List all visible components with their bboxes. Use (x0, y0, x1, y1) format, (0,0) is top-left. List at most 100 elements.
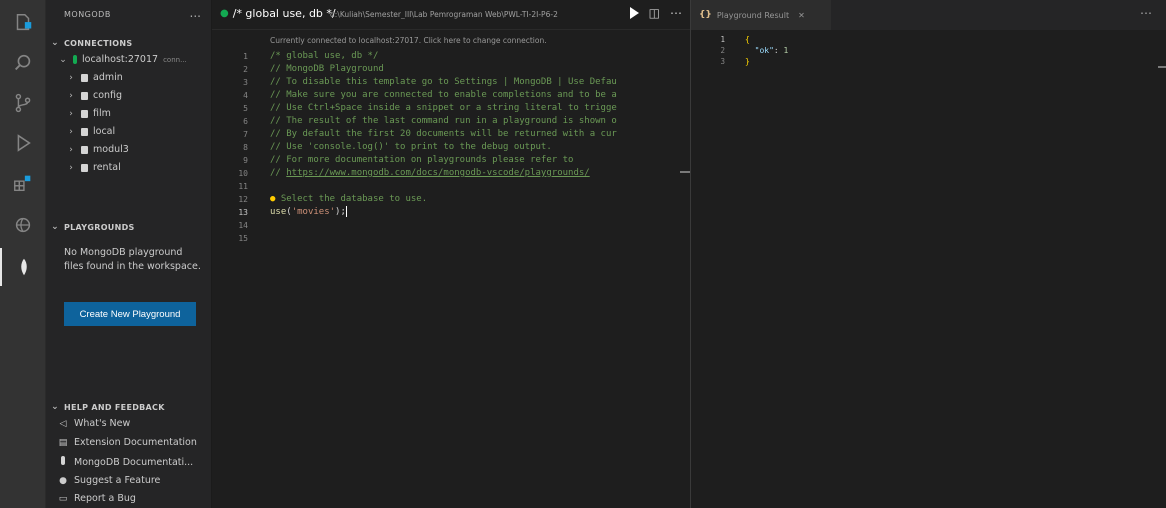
help-item-report-bug[interactable]: ▭ Report a Bug (58, 493, 136, 504)
code-line: // Use Ctrl+Space inside a snippet or a … (270, 103, 617, 113)
help-item-label: Suggest a Feature (74, 475, 161, 486)
help-item-suggest-feature[interactable]: ● Suggest a Feature (58, 475, 160, 486)
mongodb-leaf-icon[interactable] (0, 248, 46, 286)
connection-codelens[interactable]: Currently connected to localhost:27017. … (270, 36, 547, 45)
help-section-header[interactable]: ⌄ HELP AND FEEDBACK (50, 402, 165, 412)
code-editor[interactable]: Currently connected to localhost:27017. … (212, 30, 690, 508)
mongodb-leaf-icon (58, 456, 68, 468)
source-control-icon[interactable] (0, 84, 46, 122)
chevron-right-icon: › (69, 126, 73, 137)
run-debug-icon[interactable] (0, 124, 46, 162)
database-item[interactable]: › local (66, 126, 115, 137)
database-icon (81, 109, 88, 118)
sidebar-title: MONGODB (64, 10, 111, 19)
json-line: "ok": 1 (745, 45, 789, 56)
line-number-current: 13 (238, 208, 248, 217)
database-name: admin (93, 72, 123, 83)
line-number: 7 (243, 130, 248, 139)
run-playground-icon[interactable] (629, 7, 639, 19)
json-close-brace: } (745, 57, 750, 66)
code-string: 'movies' (291, 207, 336, 217)
search-icon[interactable] (0, 44, 46, 82)
line-number: 4 (243, 91, 248, 100)
code-line: // By default the first 20 documents wil… (270, 129, 617, 139)
line-number: 3 (720, 57, 725, 66)
chevron-down-icon: ⌄ (51, 402, 59, 412)
json-braces-icon: {} (699, 10, 712, 20)
line-number: 1 (720, 35, 725, 44)
result-editor[interactable]: 1 2 3 { "ok": 1 } (691, 30, 1166, 508)
database-item[interactable]: › config (66, 90, 122, 101)
sidebar-more-button[interactable]: ... (190, 6, 201, 20)
help-header-label: HELP AND FEEDBACK (64, 402, 165, 412)
code-lines: /* global use, db */ // MongoDB Playgrou… (270, 50, 690, 245)
more-actions-icon[interactable]: ⋯ (1140, 6, 1152, 20)
database-item[interactable]: › modul3 (66, 144, 129, 155)
database-icon (81, 145, 88, 154)
help-item-label: Extension Documentation (74, 437, 197, 448)
editor-tab[interactable]: ● /* global use, db */ (220, 7, 336, 20)
database-item[interactable]: › admin (66, 72, 123, 83)
database-name: film (93, 108, 111, 119)
connected-leaf-icon (73, 55, 77, 64)
code-line: // MongoDB Playground (270, 64, 384, 74)
close-icon[interactable]: ✕ (798, 11, 805, 20)
connections-section-header[interactable]: ⌄ CONNECTIONS (50, 38, 132, 48)
remote-explorer-icon[interactable] (0, 206, 46, 244)
result-line-numbers: 1 2 3 (691, 34, 729, 67)
database-icon (81, 127, 88, 136)
database-icon (81, 91, 88, 100)
line-number: 8 (243, 143, 248, 152)
no-playgrounds-message: No MongoDB playground files found in the… (64, 247, 201, 272)
database-icon (81, 73, 88, 82)
code-paren: ); (335, 207, 346, 217)
comment-text: Select the database to use. (275, 194, 428, 204)
split-editor-icon[interactable]: ◫ (649, 6, 660, 20)
playgrounds-section-header[interactable]: ⌄ PLAYGROUNDS (50, 222, 135, 232)
help-item-whats-new[interactable]: ◁ What's New (58, 418, 131, 429)
editor-tab-title: /* global use, db */ (232, 7, 336, 20)
code-line: /* global use, db */ (270, 51, 379, 61)
create-new-playground-button[interactable]: Create New Playground (64, 302, 196, 326)
chevron-right-icon: › (69, 90, 73, 101)
connection-host-suffix: conn... (163, 55, 187, 64)
database-name: config (93, 90, 123, 101)
more-actions-icon[interactable]: ⋯ (670, 6, 682, 20)
database-name: modul3 (93, 144, 129, 155)
line-number: 12 (238, 195, 248, 204)
editor-actions: ◫ ⋯ (629, 6, 682, 20)
line-number: 1 (243, 52, 248, 61)
playground-result-tab[interactable]: {} Playground Result ✕ (691, 0, 831, 30)
json-line: { (745, 34, 788, 45)
connections-header-label: CONNECTIONS (64, 38, 133, 48)
json-line: } (745, 56, 788, 67)
code-line: // Use 'console.log()' to print to the d… (270, 142, 552, 152)
comment-prefix: // (270, 168, 287, 178)
line-number: 2 (720, 46, 725, 55)
line-number: 5 (243, 104, 248, 113)
comment-icon: ▭ (58, 493, 68, 504)
docs-link[interactable]: https://www.mongodb.com/docs/mongodb-vsc… (286, 168, 589, 178)
help-item-mongodb-docs[interactable]: MongoDB Documentati... (58, 456, 193, 468)
database-item[interactable]: › rental (66, 162, 121, 173)
code-line: // For more documentation on playgrounds… (270, 155, 574, 165)
result-tab-title: Playground Result (716, 10, 790, 20)
explorer-icon[interactable] (0, 4, 46, 42)
database-icon (81, 163, 88, 172)
chevron-right-icon: › (69, 72, 73, 83)
connection-item[interactable]: ⌄ localhost:27017 conn... (58, 54, 187, 65)
database-item[interactable]: › film (66, 108, 111, 119)
extensions-icon[interactable] (0, 164, 46, 202)
line-number: 10 (238, 169, 248, 178)
json-key: "ok" (754, 46, 774, 55)
chevron-down-icon: ⌄ (51, 222, 59, 232)
code-function: use (270, 207, 287, 217)
help-item-extension-docs[interactable]: ▤ Extension Documentation (58, 437, 197, 448)
code-line: // The result of the last command run in… (270, 116, 617, 126)
line-number-gutter: 1 2 3 4 5 6 7 8 9 10 11 12 13 14 15 (212, 50, 252, 245)
lightbulb-icon: ● (59, 475, 67, 486)
code-line: // Make sure you are connected to enable… (270, 90, 617, 100)
